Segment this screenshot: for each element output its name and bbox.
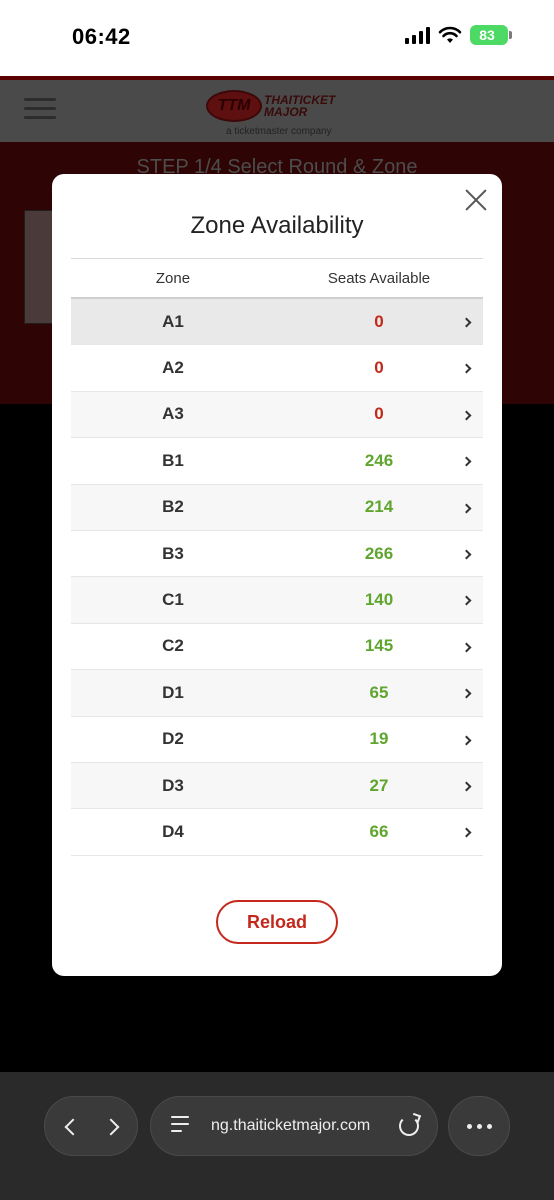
- zone-name: B1: [162, 450, 184, 470]
- table-row[interactable]: C1 140: [71, 577, 483, 624]
- table-row[interactable]: A2 0: [71, 345, 483, 392]
- cellular-signal-icon: [405, 26, 430, 44]
- more-icon: [467, 1124, 492, 1129]
- seats-available: 246: [364, 450, 394, 470]
- status-icons: 83: [405, 25, 512, 45]
- zone-name: D1: [162, 682, 184, 702]
- reload-page-icon[interactable]: [399, 1116, 419, 1136]
- table-row[interactable]: C2 145: [71, 624, 483, 671]
- zone-name: C2: [162, 636, 184, 656]
- logo-badge: TTM: [206, 90, 262, 122]
- battery-charging-icon: 83: [470, 25, 512, 45]
- menu-icon[interactable]: [24, 98, 56, 125]
- table-header: Zone Seats Available: [71, 258, 483, 299]
- table-row[interactable]: B3 266: [71, 531, 483, 578]
- table-body: A1 0 A2 0 A3 0 B1 246 B2 214 B3 266 C1 140 C2 145 D1 65 D2…: [71, 299, 483, 856]
- site-header: TTM THAITICKET MAJOR a ticketmaster comp…: [0, 80, 554, 142]
- zone-name: B2: [162, 497, 184, 517]
- url-text: ng.thaiticketmajor.com: [211, 1117, 371, 1134]
- zone-name: C1: [162, 590, 184, 610]
- zone-availability-modal: Zone Availability Zone Seats Available A…: [52, 174, 502, 976]
- back-icon[interactable]: [64, 1118, 82, 1136]
- zone-name: A1: [162, 311, 184, 331]
- forward-icon[interactable]: [102, 1118, 120, 1136]
- battery-level: 83: [479, 27, 495, 43]
- table-row[interactable]: A3 0: [71, 391, 483, 439]
- zone-table: Zone Seats Available A1 0 A2 0 A3 0 B1 246 B2 214…: [71, 258, 483, 856]
- seats-available: 0: [374, 358, 384, 378]
- column-header-zone: Zone: [155, 269, 191, 287]
- page-menu-icon[interactable]: [171, 1116, 191, 1138]
- table-row[interactable]: D4 66: [71, 809, 483, 856]
- zone-name: D3: [162, 775, 184, 795]
- event-poster-thumbnail: [24, 210, 54, 324]
- seats-available: 140: [364, 590, 394, 610]
- close-icon[interactable]: [464, 188, 488, 212]
- site-logo[interactable]: TTM THAITICKET MAJOR a ticketmaster comp…: [206, 86, 350, 138]
- seats-available: 0: [374, 404, 384, 424]
- wifi-icon: [438, 26, 462, 43]
- table-row[interactable]: A1 0: [71, 299, 483, 346]
- zone-name: A3: [162, 404, 184, 424]
- table-row[interactable]: B1 246: [71, 438, 483, 485]
- table-row[interactable]: B2 214: [71, 484, 483, 531]
- modal-title: Zone Availability: [190, 212, 364, 239]
- table-row[interactable]: D2 19: [71, 717, 483, 763]
- seats-available: 0: [374, 311, 384, 331]
- seats-available: 65: [369, 682, 389, 702]
- more-button[interactable]: [448, 1096, 510, 1156]
- seats-available: 19: [369, 729, 389, 749]
- seats-available: 66: [369, 821, 389, 841]
- table-row[interactable]: D3 27: [71, 762, 483, 810]
- status-bar: 06:42 83: [0, 0, 554, 76]
- address-bar[interactable]: ng.thaiticketmajor.com: [150, 1096, 438, 1156]
- zone-name: B3: [162, 543, 184, 563]
- seats-available: 145: [364, 636, 394, 656]
- seats-available: 266: [364, 543, 394, 563]
- zone-name: D4: [162, 821, 184, 841]
- status-time: 06:42: [72, 24, 131, 49]
- logo-subtitle: a ticketmaster company: [226, 126, 332, 137]
- column-header-seats: Seats Available: [327, 269, 431, 287]
- logo-name: THAITICKET MAJOR: [264, 93, 336, 119]
- table-row[interactable]: D1 65: [71, 670, 483, 717]
- browser-toolbar: ng.thaiticketmajor.com: [0, 1072, 554, 1200]
- zone-name: D2: [162, 729, 184, 749]
- seats-available: 27: [369, 775, 389, 795]
- reload-button[interactable]: Reload: [216, 900, 338, 944]
- navigation-pill: [44, 1096, 138, 1156]
- zone-name: A2: [162, 358, 184, 378]
- seats-available: 214: [364, 497, 394, 517]
